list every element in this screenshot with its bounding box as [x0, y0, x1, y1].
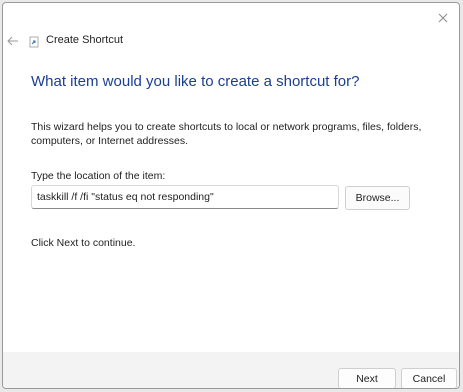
next-button[interactable]: Next	[338, 368, 396, 388]
back-button[interactable]	[5, 31, 21, 51]
dialog-title: Create Shortcut	[46, 34, 124, 46]
continue-instruction: Click Next to continue.	[31, 237, 136, 249]
shortcut-icon	[29, 36, 39, 48]
page-heading: What item would you like to create a sho…	[31, 73, 360, 90]
wizard-header: Create Shortcut	[3, 31, 459, 55]
location-label: Type the location of the item:	[31, 170, 166, 182]
close-button[interactable]	[431, 7, 455, 29]
browse-button[interactable]: Browse...	[345, 186, 410, 210]
cancel-button[interactable]: Cancel	[401, 368, 457, 388]
title-bar	[3, 3, 459, 31]
back-arrow-icon	[7, 36, 18, 46]
create-shortcut-dialog: Create Shortcut What item would you like…	[2, 2, 460, 389]
close-icon	[438, 13, 448, 23]
button-footer: Next Cancel	[3, 352, 459, 388]
location-input[interactable]	[31, 185, 339, 209]
wizard-description: This wizard helps you to create shortcut…	[31, 121, 422, 147]
